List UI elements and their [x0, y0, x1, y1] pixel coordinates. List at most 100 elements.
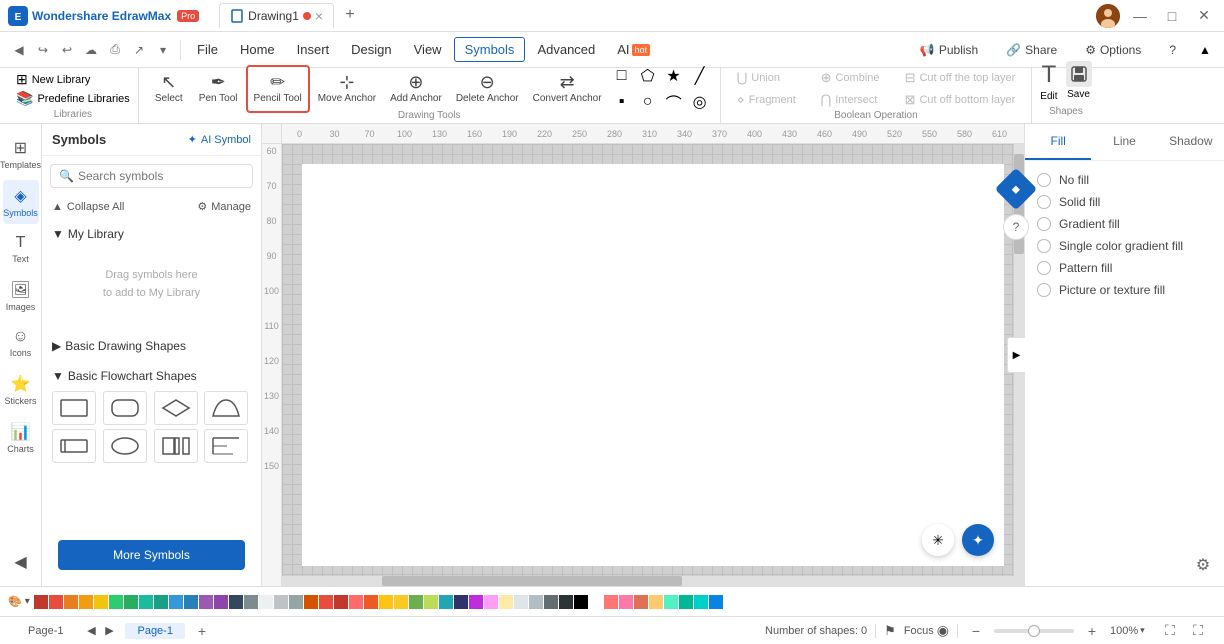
zoom-slider[interactable] [994, 629, 1074, 633]
fill-color-button[interactable]: 🎨 ▾ [8, 595, 30, 608]
color-swatch[interactable] [634, 595, 648, 609]
flowchart-shape-1[interactable] [52, 391, 96, 425]
avatar[interactable] [1096, 4, 1120, 28]
sidebar-text[interactable]: T Text [3, 228, 39, 270]
color-swatch[interactable] [34, 595, 48, 609]
my-library-header[interactable]: ▼ My Library [52, 223, 251, 245]
menu-ai[interactable]: AI hot [607, 38, 660, 61]
color-swatch[interactable] [139, 595, 153, 609]
more-button[interactable]: ▾ [152, 39, 174, 61]
color-swatch[interactable] [79, 595, 93, 609]
tab-fill[interactable]: Fill [1025, 124, 1091, 160]
solid-fill-radio[interactable] [1037, 195, 1051, 209]
color-swatch[interactable] [394, 595, 408, 609]
color-swatch[interactable] [244, 595, 258, 609]
color-swatch[interactable] [679, 595, 693, 609]
help-circle-button[interactable]: ? [1003, 214, 1029, 240]
focus-button[interactable]: Focus ◉ [904, 622, 949, 639]
back-button[interactable]: ◀ [8, 39, 30, 61]
sparkle-button[interactable]: ✦ [962, 524, 994, 556]
color-swatch[interactable] [364, 595, 378, 609]
color-swatch[interactable] [349, 595, 363, 609]
color-swatch[interactable] [49, 595, 63, 609]
add-page-button[interactable]: + [193, 622, 211, 640]
search-input[interactable] [78, 169, 244, 183]
page-nav-prev[interactable]: ◀ [83, 623, 99, 639]
options-button[interactable]: ⚙ Options [1075, 39, 1151, 61]
canvas[interactable]: ✳ ✦ [282, 144, 1024, 586]
menu-design[interactable]: Design [341, 38, 401, 61]
collapse-sidebar-button[interactable]: ◀ [3, 546, 39, 578]
share-button[interactable]: 🔗 Share [996, 39, 1067, 61]
color-swatch[interactable] [514, 595, 528, 609]
picture-texture-option[interactable]: Picture or texture fill [1037, 283, 1212, 297]
shape-rect[interactable]: □ [610, 64, 634, 88]
loading-indicator[interactable]: ✳ [922, 524, 954, 556]
color-swatch[interactable] [94, 595, 108, 609]
color-swatch[interactable] [484, 595, 498, 609]
tab-close[interactable]: × [315, 8, 323, 24]
color-swatch[interactable] [229, 595, 243, 609]
color-swatch[interactable] [334, 595, 348, 609]
color-swatch[interactable] [379, 595, 393, 609]
move-anchor-tool[interactable]: ⊹ Move Anchor [312, 65, 382, 113]
color-swatch[interactable] [64, 595, 78, 609]
flowchart-shape-5[interactable] [52, 429, 96, 463]
expand-right-panel[interactable]: ▶ [1007, 337, 1025, 373]
sidebar-templates[interactable]: ⊞ Templates [3, 132, 39, 176]
sidebar-symbols[interactable]: ◈ Symbols [3, 180, 39, 224]
menu-symbols[interactable]: Symbols [454, 37, 526, 62]
new-tab-button[interactable]: + [338, 3, 362, 27]
color-swatch[interactable] [289, 595, 303, 609]
pattern-fill-option[interactable]: Pattern fill [1037, 261, 1212, 275]
color-swatch[interactable] [184, 595, 198, 609]
color-swatch[interactable] [424, 595, 438, 609]
sidebar-images[interactable]: 🖼 Images [3, 274, 39, 318]
flowchart-shape-8[interactable] [204, 429, 248, 463]
color-swatch[interactable] [529, 595, 543, 609]
color-swatch[interactable] [319, 595, 333, 609]
intersect-button[interactable]: ⋂ Intersect [813, 90, 893, 110]
color-swatch[interactable] [154, 595, 168, 609]
color-swatch[interactable] [544, 595, 558, 609]
menu-file[interactable]: File [187, 38, 228, 61]
color-swatch[interactable] [169, 595, 183, 609]
flowchart-shape-4[interactable] [204, 391, 248, 425]
pen-tool[interactable]: ✒ Pen Tool [193, 65, 244, 113]
new-library-button[interactable]: ⊞ New Library [16, 71, 90, 88]
more-symbols-button[interactable]: More Symbols [58, 540, 245, 570]
sidebar-stickers[interactable]: ⭐ Stickers [3, 368, 39, 412]
cut-top-button[interactable]: ⊟ Cut off the top layer [897, 68, 1024, 88]
ai-symbol-button[interactable]: ✦ AI Symbol [188, 133, 251, 146]
basic-drawing-header[interactable]: ▶ Basic Drawing Shapes [52, 335, 251, 357]
color-swatch[interactable] [559, 595, 573, 609]
single-color-radio[interactable] [1037, 239, 1051, 253]
minimize-button[interactable]: — [1128, 4, 1152, 28]
gradient-fill-radio[interactable] [1037, 217, 1051, 231]
add-anchor-tool[interactable]: ⊕ Add Anchor [384, 65, 448, 113]
shape-star[interactable]: ★ [662, 64, 686, 88]
redo-button[interactable]: ↩ [56, 39, 78, 61]
color-swatch[interactable] [574, 595, 588, 609]
color-swatch[interactable] [109, 595, 123, 609]
color-swatch[interactable] [649, 595, 663, 609]
color-swatch[interactable] [259, 595, 273, 609]
horizontal-scrollbar[interactable] [282, 576, 1024, 586]
tab-drawing1[interactable]: Drawing1 × [219, 3, 334, 28]
tab-line[interactable]: Line [1091, 124, 1157, 160]
color-swatch[interactable] [619, 595, 633, 609]
tab-shadow[interactable]: Shadow [1158, 124, 1224, 160]
flowchart-shape-2[interactable] [103, 391, 147, 425]
collapse-all-button[interactable]: ▲ Collapse All [52, 201, 124, 213]
convert-anchor-tool[interactable]: ⇄ Convert Anchor [527, 65, 608, 113]
manage-button[interactable]: ⚙ Manage [197, 200, 251, 213]
no-fill-option[interactable]: No fill [1037, 173, 1212, 187]
color-swatch[interactable] [709, 595, 723, 609]
color-swatch[interactable] [469, 595, 483, 609]
shape-line[interactable]: ╱ [688, 64, 712, 88]
zoom-level[interactable]: 100% ▾ [1110, 625, 1152, 637]
save-cloud-button[interactable]: ☁ [80, 39, 102, 61]
undo-button[interactable]: ↩ [32, 39, 54, 61]
color-swatch[interactable] [199, 595, 213, 609]
color-swatch[interactable] [124, 595, 138, 609]
